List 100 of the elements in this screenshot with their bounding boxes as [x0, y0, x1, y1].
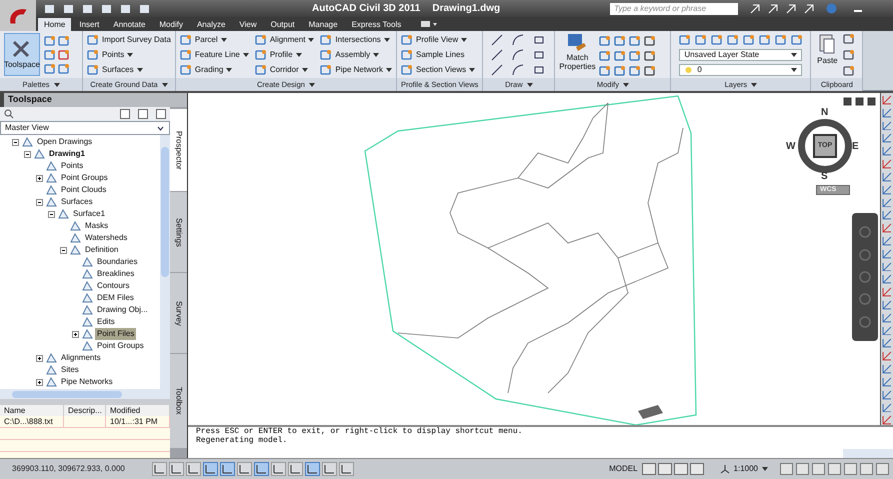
tool-icon[interactable]: [727, 34, 740, 46]
ribbon-tab[interactable]: Output: [264, 18, 301, 31]
tree-item[interactable]: Boundaries: [95, 256, 140, 268]
ribbon-command[interactable]: Assembly: [320, 49, 392, 61]
horizontal-scrollbar[interactable]: [0, 389, 170, 399]
tool-icon[interactable]: [882, 338, 892, 348]
restore-icon[interactable]: [855, 97, 864, 106]
minimize-icon[interactable]: [843, 97, 852, 106]
quick-access-icon[interactable]: [101, 4, 112, 14]
drafting-toggle-icon[interactable]: [203, 462, 218, 476]
tree-item[interactable]: Surfaces: [59, 196, 95, 208]
tool-icon[interactable]: [882, 198, 892, 208]
tool-icon[interactable]: [599, 35, 612, 47]
collapse-icon[interactable]: [12, 138, 18, 146]
tree-item[interactable]: Point Files: [95, 328, 136, 340]
quick-access-icon[interactable]: [63, 4, 74, 14]
status-tool-icon[interactable]: [796, 463, 809, 475]
tool-icon[interactable]: [791, 34, 804, 46]
ribbon-command[interactable]: Corridor: [254, 64, 314, 76]
side-tab[interactable]: Settings: [170, 192, 187, 272]
tool-icon[interactable]: [882, 287, 892, 297]
drafting-toggle-icon[interactable]: [271, 462, 286, 476]
ribbon-command[interactable]: Sample Lines: [401, 49, 476, 61]
tree-item[interactable]: Masks: [83, 220, 110, 232]
tree-item[interactable]: Breaklines: [95, 268, 136, 280]
tool-icon[interactable]: [843, 65, 856, 77]
application-button[interactable]: [0, 0, 36, 31]
side-tab[interactable]: Survey: [170, 273, 187, 353]
ribbon-command[interactable]: Grading: [180, 64, 249, 76]
tool-icon[interactable]: [614, 65, 626, 77]
tool-icon[interactable]: [882, 184, 892, 194]
layer-dropdown[interactable]: Unsaved Layer State: [679, 49, 802, 61]
quick-access-icon[interactable]: [120, 4, 131, 14]
collapse-icon[interactable]: [36, 198, 42, 206]
quick-access-icon[interactable]: [44, 4, 55, 14]
ribbon-command[interactable]: Intersections: [320, 34, 392, 46]
tool-icon[interactable]: [695, 34, 708, 46]
tree-item[interactable]: DEM Files: [95, 292, 136, 304]
expand-icon[interactable]: [36, 174, 42, 182]
tool-icon[interactable]: [743, 34, 756, 46]
quick-access-icon[interactable]: [139, 4, 150, 14]
drafting-toggle-icon[interactable]: [254, 462, 269, 476]
tree-item[interactable]: Pipe Networks: [59, 376, 115, 388]
status-tool-icon[interactable]: [828, 463, 841, 475]
ribbon-command[interactable]: Profile View: [401, 34, 476, 46]
layout-icon[interactable]: [642, 463, 656, 475]
collapse-icon[interactable]: [24, 150, 30, 158]
view-dropdown[interactable]: Master View: [0, 121, 170, 135]
tool-icon[interactable]: [882, 223, 892, 233]
tool-icon[interactable]: [882, 300, 892, 310]
annotation-scale-button[interactable]: 1:1000: [716, 463, 772, 475]
tool-icon[interactable]: [44, 49, 56, 61]
tree-item[interactable]: Contours: [95, 280, 132, 292]
layer-dropdown[interactable]: 0: [679, 64, 802, 76]
status-tool-icon[interactable]: [780, 463, 793, 475]
ribbon-command[interactable]: Surfaces: [87, 64, 171, 76]
collapse-icon[interactable]: [60, 246, 66, 254]
tree-item[interactable]: Open Drawings: [35, 136, 94, 148]
tool-icon[interactable]: [775, 34, 788, 46]
ribbon-command[interactable]: Profile: [254, 49, 314, 61]
tool-icon[interactable]: [882, 120, 892, 130]
tool-icon[interactable]: [882, 312, 892, 323]
layout-icon[interactable]: [674, 463, 688, 475]
search-icon[interactable]: [4, 109, 14, 119]
expand-icon[interactable]: [36, 378, 42, 386]
tree-item[interactable]: Watersheds: [83, 232, 130, 244]
layout-icon[interactable]: [690, 463, 704, 475]
ribbon-command[interactable]: Parcel: [180, 34, 249, 46]
expand-icon[interactable]: [36, 354, 42, 362]
tool-icon[interactable]: [644, 50, 656, 62]
tool-icon[interactable]: [882, 146, 892, 156]
match-properties-button[interactable]: Match Properties: [559, 33, 596, 77]
tool-icon[interactable]: [599, 50, 612, 62]
drafting-toggle-icon[interactable]: [339, 462, 354, 476]
status-tool-icon[interactable]: [860, 463, 873, 475]
ribbon-tab[interactable]: View: [233, 18, 263, 31]
tree-item[interactable]: Sites: [59, 364, 81, 376]
tool-icon[interactable]: [882, 364, 892, 374]
tree-item[interactable]: Points: [59, 160, 86, 172]
tool-icon[interactable]: [644, 35, 656, 47]
tool-icon[interactable]: [882, 262, 892, 272]
expand-icon[interactable]: [72, 330, 78, 338]
tree-item[interactable]: Point Groups: [95, 340, 146, 352]
ribbon-tab[interactable]: Analyze: [190, 18, 232, 31]
drafting-toggle-icon[interactable]: [186, 462, 201, 476]
tool-icon[interactable]: [882, 108, 892, 118]
tool-icon[interactable]: [629, 65, 642, 77]
drafting-toggle-icon[interactable]: [152, 462, 167, 476]
tool-icon[interactable]: [882, 402, 892, 412]
tool-icon[interactable]: [711, 34, 724, 46]
tool-icon[interactable]: [58, 49, 70, 61]
ribbon-tab[interactable]: Manage: [302, 18, 344, 31]
status-tool-icon[interactable]: [812, 463, 825, 475]
drafting-toggle-icon[interactable]: [169, 462, 184, 476]
ribbon-command[interactable]: Section Views: [401, 64, 476, 76]
ribbon-tab[interactable]: Insert: [73, 18, 106, 31]
panel-toggle-icon[interactable]: [421, 20, 438, 28]
tree-item[interactable]: Point Groups: [59, 172, 110, 184]
tool-icon[interactable]: [58, 63, 70, 75]
drafting-toggle-icon[interactable]: [322, 462, 337, 476]
